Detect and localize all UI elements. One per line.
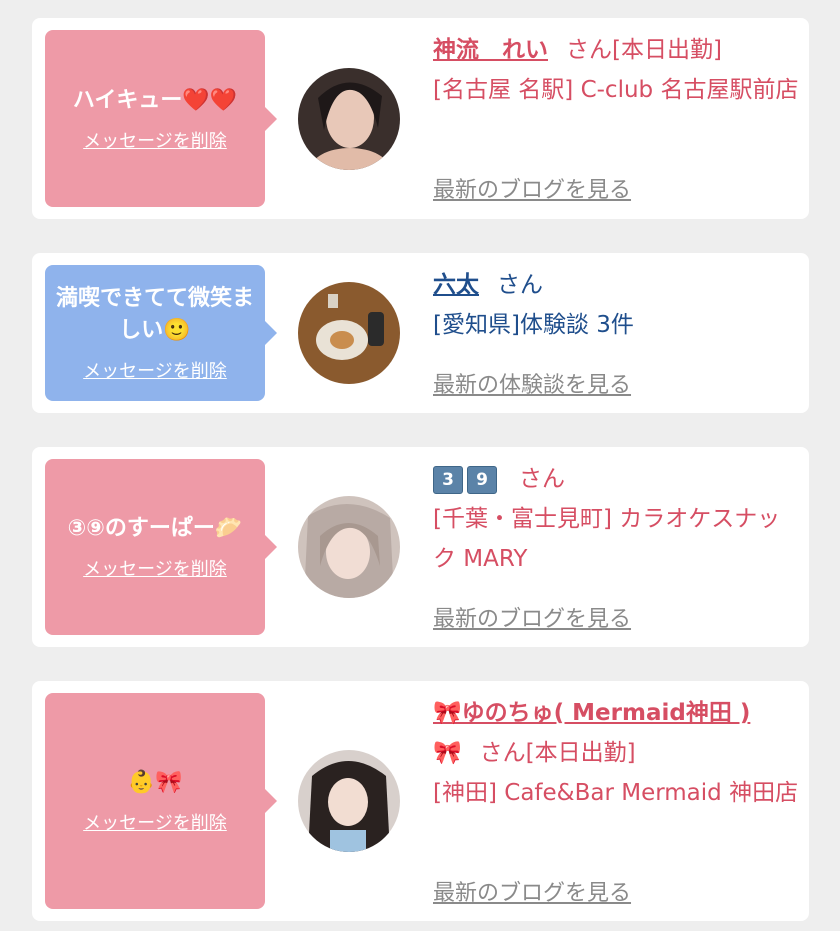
view-latest-link[interactable]: 最新のブログを見る <box>433 601 631 633</box>
shop-name: [千葉・富士見町] カラオケスナック MARY <box>433 506 781 572</box>
message-bubble: ハイキュー❤️❤️ メッセージを削除 <box>45 30 277 207</box>
status-badge: [本日出勤] <box>525 740 636 766</box>
profile-name-link[interactable]: 🎀ゆのちゅ( Mermaid神田 ) <box>433 700 750 726</box>
favorite-card: 👶🎀 メッセージを削除 🎀ゆのちゅ( Mermaid神田 ) 🎀 さん[本日出勤]… <box>32 681 809 921</box>
message-text: 👶🎀 <box>127 770 183 795</box>
ribbon-emoji: 🎀 <box>433 740 462 766</box>
profile-info: 神流 れい さん[本日出勤] [名古屋 名駅] C-club 名古屋駅前店 最新の… <box>433 30 803 210</box>
favorite-card: ③⑨のすーぱー🥟 メッセージを削除 3 9 さん [千葉・富士見町] カラオケスナッ… <box>32 447 809 647</box>
delete-message-link[interactable]: メッセージを削除 <box>83 127 227 153</box>
view-latest-link[interactable]: 最新の体験談を見る <box>433 367 631 399</box>
shop-name: [神田] Cafe&Bar Mermaid 神田店 <box>433 780 799 806</box>
message-bubble: ③⑨のすーぱー🥟 メッセージを削除 <box>45 459 277 635</box>
message-bubble: 👶🎀 メッセージを削除 <box>45 693 277 909</box>
profile-name-link[interactable]: 神流 れい <box>433 37 548 63</box>
delete-message-link[interactable]: メッセージを削除 <box>83 555 227 581</box>
honorific: さん <box>519 466 565 492</box>
avatar[interactable] <box>298 750 400 852</box>
honorific: さん <box>479 740 526 766</box>
delete-message-link[interactable]: メッセージを削除 <box>83 809 227 835</box>
avatar-photo-icon <box>298 496 400 598</box>
message-bubble: 満喫できてて微笑ましい🙂 メッセージを削除 <box>45 265 277 401</box>
profile-info: 3 9 さん [千葉・富士見町] カラオケスナック MARY 最新のブログを見る <box>433 459 803 639</box>
avatar-photo-icon <box>298 68 400 170</box>
message-text: 満喫できてて微笑ましい🙂 <box>55 286 254 343</box>
avatar[interactable] <box>298 496 400 598</box>
profile-name-link[interactable]: 六太 <box>433 272 479 298</box>
message-text: ③⑨のすーぱー🥟 <box>67 516 243 541</box>
profile-info: 🎀ゆのちゅ( Mermaid神田 ) 🎀 さん[本日出勤] [神田] Cafe&B… <box>433 693 803 913</box>
shop-name: [名古屋 名駅] C-club 名古屋駅前店 <box>433 77 799 103</box>
review-count: [愛知県]体験談 3件 <box>433 312 634 338</box>
honorific: さん <box>566 37 612 63</box>
delete-message-link[interactable]: メッセージを削除 <box>83 357 227 383</box>
favorite-card: 満喫できてて微笑ましい🙂 メッセージを削除 六太 さん [愛知県]体験談 3件 最… <box>32 253 809 413</box>
view-latest-link[interactable]: 最新のブログを見る <box>433 875 631 907</box>
message-text: ハイキュー❤️❤️ <box>72 87 238 113</box>
avatar[interactable] <box>298 282 400 384</box>
profile-name-link[interactable]: 39 <box>433 465 501 494</box>
honorific: さん <box>497 272 543 298</box>
profile-info: 六太 さん [愛知県]体験談 3件 最新の体験談を見る <box>433 265 803 405</box>
avatar-photo-icon <box>298 750 400 852</box>
favorite-card: ハイキュー❤️❤️ メッセージを削除 神流 れい さん[本日出勤] [名古屋 名駅… <box>32 18 809 219</box>
avatar[interactable] <box>298 68 400 170</box>
view-latest-link[interactable]: 最新のブログを見る <box>433 172 631 204</box>
avatar-photo-icon <box>298 282 400 384</box>
status-badge: [本日出勤] <box>612 37 722 63</box>
